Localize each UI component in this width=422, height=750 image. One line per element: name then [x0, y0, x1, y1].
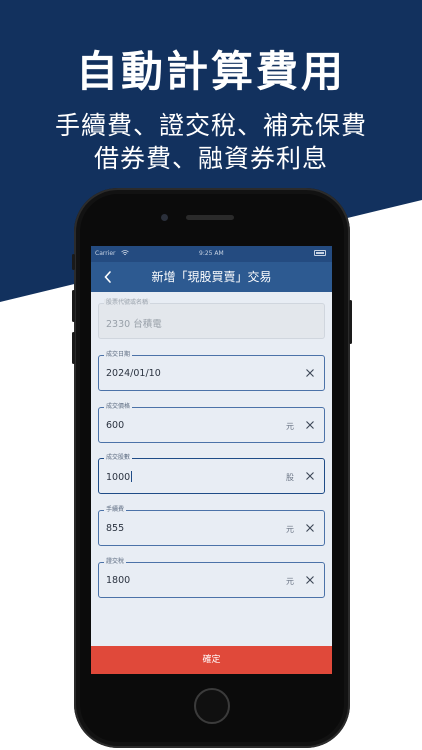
volume-up-button [72, 290, 75, 322]
field-label: 手續費 [104, 506, 127, 514]
nav-title: 新增「現股買賣」交易 [151, 270, 272, 284]
transaction-tax-field[interactable]: 證交稅 1800 元 [98, 558, 325, 598]
unit-label: 元 [286, 525, 294, 534]
power-button [349, 300, 352, 344]
trade-date-field[interactable]: 成交日期 2024/01/10 [98, 351, 325, 391]
clear-icon[interactable] [305, 575, 315, 585]
status-bar: Carrier 9:25 AM [91, 246, 332, 262]
trade-shares-text: 1000 [106, 472, 131, 483]
stock-code-field: 股票代號或名稱 2330 台積電 [98, 299, 325, 339]
promo-line-2: 借券費、融資券利息 [93, 144, 328, 173]
trade-shares-value: 1000 [106, 471, 133, 483]
trade-date-value: 2024/01/10 [106, 368, 161, 379]
trade-form: 股票代號或名稱 2330 台積電 成交日期 2024/01/10 成交價格 60… [91, 292, 332, 646]
earpiece-speaker [186, 215, 234, 220]
clear-icon[interactable] [305, 368, 315, 378]
mute-switch [72, 254, 75, 270]
trade-shares-field[interactable]: 成交股數 1000 股 [98, 454, 325, 494]
field-label: 成交股數 [104, 454, 133, 462]
field-label: 股票代號或名稱 [104, 299, 151, 307]
trade-price-field[interactable]: 成交價格 600 元 [98, 403, 325, 443]
confirm-button[interactable]: 確定 [91, 646, 332, 674]
status-carrier: Carrier [95, 250, 116, 257]
status-time: 9:25 AM [199, 250, 224, 257]
text-cursor [131, 471, 133, 482]
front-camera [161, 214, 168, 221]
wifi-icon [121, 250, 129, 256]
promo-headline: 自動計算費用 [75, 47, 346, 96]
home-button[interactable] [194, 688, 230, 724]
app-screen: Carrier 9:25 AM 新增「現股買賣」交易 股票代號或名稱 2330 … [91, 246, 332, 674]
clear-icon[interactable] [305, 471, 315, 481]
chevron-left-icon [104, 271, 111, 283]
clear-icon[interactable] [305, 420, 315, 430]
nav-bar: 新增「現股買賣」交易 [91, 262, 332, 292]
volume-down-button [72, 332, 75, 364]
field-label: 證交稅 [104, 558, 127, 566]
unit-label: 股 [286, 473, 294, 482]
field-label: 成交日期 [104, 351, 133, 359]
stock-code-value: 2330 台積電 [106, 319, 162, 330]
field-label: 成交價格 [104, 403, 133, 411]
battery-icon [314, 250, 326, 256]
trade-price-value: 600 [106, 420, 125, 431]
unit-label: 元 [286, 577, 294, 586]
back-button[interactable] [97, 265, 119, 289]
unit-label: 元 [286, 422, 294, 431]
clear-icon[interactable] [305, 523, 315, 533]
fee-value: 855 [106, 523, 125, 534]
fee-field[interactable]: 手續費 855 元 [98, 506, 325, 546]
promo-line-1: 手續費、證交稅、補充保費 [54, 111, 367, 140]
transaction-tax-value: 1800 [106, 575, 131, 586]
